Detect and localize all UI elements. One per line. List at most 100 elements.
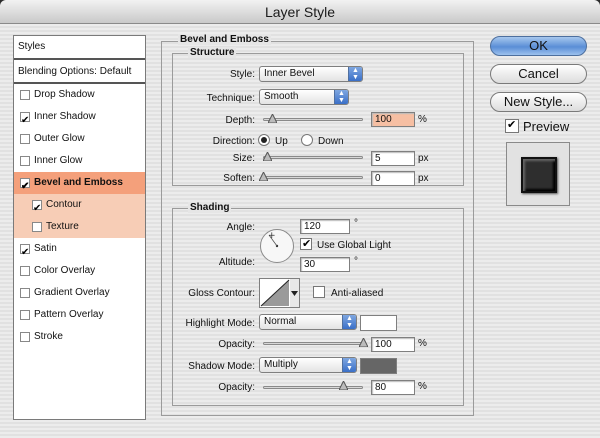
highlight-mode-popup[interactable]: Normal ▲ ▼ xyxy=(259,314,357,330)
technique-popup[interactable]: Smooth ▲ ▼ xyxy=(259,89,349,105)
depth-field[interactable]: 100 xyxy=(371,112,415,127)
style-item-label: Gradient Overlay xyxy=(34,287,110,298)
new-style-button[interactable]: New Style... xyxy=(490,92,587,112)
style-item[interactable]: Inner Shadow xyxy=(14,106,145,132)
style-item-label: Color Overlay xyxy=(34,265,96,276)
style-item-checkbox[interactable] xyxy=(20,176,30,198)
shadow-opacity-field[interactable]: 80 xyxy=(371,380,415,395)
style-label: Style: xyxy=(229,69,255,80)
style-item[interactable]: Drop Shadow xyxy=(14,84,145,106)
style-popup[interactable]: Inner Bevel ▲ ▼ xyxy=(259,66,363,82)
shadow-color-swatch[interactable] xyxy=(360,358,397,374)
style-item-checkbox[interactable] xyxy=(20,332,30,342)
style-item[interactable]: Outer Glow xyxy=(14,128,145,150)
soften-slider-track[interactable] xyxy=(263,176,363,179)
style-item-checkbox[interactable] xyxy=(20,242,30,264)
shading-title: Shading xyxy=(188,202,232,213)
style-item-label: Inner Shadow xyxy=(34,111,96,122)
style-item[interactable]: Inner Glow xyxy=(14,150,145,172)
style-item[interactable]: Pattern Overlay xyxy=(14,304,145,326)
gloss-contour-picker[interactable] xyxy=(259,278,300,308)
cancel-button[interactable]: Cancel xyxy=(490,64,587,84)
depth-label: Depth: xyxy=(225,115,255,126)
highlight-opacity-thumb[interactable] xyxy=(359,338,368,347)
highlight-opacity-field[interactable]: 100 xyxy=(371,337,415,352)
soften-field[interactable]: 0 xyxy=(371,171,415,186)
style-item-checkbox[interactable] xyxy=(20,310,30,320)
style-item-label: Outer Glow xyxy=(34,133,85,144)
bevel-emboss-title: Bevel and Emboss xyxy=(178,34,271,45)
direction-down-radio[interactable] xyxy=(301,134,313,146)
altitude-label: Altitude: xyxy=(218,257,255,268)
shading-group xyxy=(172,208,464,406)
style-item-label: Texture xyxy=(46,221,79,232)
popup-arrows-icon: ▲ ▼ xyxy=(348,67,362,81)
style-item-checkbox[interactable] xyxy=(20,266,30,276)
style-item[interactable]: Texture xyxy=(14,216,145,238)
highlight-opacity-track[interactable] xyxy=(263,342,363,345)
preview-checkbox[interactable] xyxy=(505,118,519,133)
technique-value: Smooth xyxy=(264,91,299,102)
popup-arrows-icon: ▲ ▼ xyxy=(342,358,356,372)
size-unit: px xyxy=(418,153,429,164)
highlight-color-swatch[interactable] xyxy=(360,315,397,331)
style-item[interactable]: Color Overlay xyxy=(14,260,145,282)
angle-field[interactable]: 120 xyxy=(300,219,350,234)
title-bar[interactable]: Layer Style xyxy=(0,0,600,24)
shadow-mode-label: Shadow Mode: xyxy=(188,361,255,372)
style-item-checkbox[interactable] xyxy=(20,90,30,100)
angle-dial[interactable]: + xyxy=(259,228,295,264)
style-item[interactable]: Stroke xyxy=(14,326,145,348)
blending-options[interactable]: Blending Options: Default xyxy=(14,62,145,84)
ok-button[interactable]: OK xyxy=(490,36,587,56)
style-item[interactable]: Gradient Overlay xyxy=(14,282,145,304)
window-title: Layer Style xyxy=(264,4,336,20)
soften-slider-thumb[interactable] xyxy=(259,172,268,181)
style-preview-thumbnail xyxy=(506,142,570,206)
shadow-mode-popup[interactable]: Multiply ▲ ▼ xyxy=(259,357,357,373)
highlight-opacity-unit: % xyxy=(418,338,427,349)
angle-label: Angle: xyxy=(226,222,255,233)
style-item[interactable]: Contour xyxy=(14,194,145,220)
direction-down-label[interactable]: Down xyxy=(318,136,344,147)
depth-unit: % xyxy=(418,114,427,125)
svg-text:+: + xyxy=(268,231,276,241)
style-item-label: Drop Shadow xyxy=(34,89,95,100)
style-item-checkbox[interactable] xyxy=(20,288,30,298)
style-item[interactable]: Bevel and Emboss xyxy=(14,172,145,198)
size-slider-thumb[interactable] xyxy=(263,152,272,161)
anti-aliased-checkbox[interactable] xyxy=(313,286,325,298)
altitude-degree: ° xyxy=(354,256,358,267)
style-item-checkbox[interactable] xyxy=(20,156,30,166)
style-item-checkbox[interactable] xyxy=(32,198,42,220)
anti-aliased-label[interactable]: Anti-aliased xyxy=(331,288,383,299)
styles-list: Styles Blending Options: Default Drop Sh… xyxy=(13,35,146,420)
shadow-opacity-thumb[interactable] xyxy=(339,381,348,390)
soften-label: Soften: xyxy=(223,173,255,184)
style-item[interactable]: Satin xyxy=(14,238,145,264)
global-light-checkbox[interactable] xyxy=(300,237,312,250)
direction-up-label[interactable]: Up xyxy=(275,136,288,147)
altitude-field[interactable]: 30 xyxy=(300,257,350,272)
shadow-opacity-label: Opacity: xyxy=(218,382,255,393)
styles-header[interactable]: Styles xyxy=(14,36,145,60)
direction-up-radio[interactable] xyxy=(258,134,270,146)
highlight-mode-label: Highlight Mode: xyxy=(185,318,255,329)
popup-arrows-icon: ▲ ▼ xyxy=(334,90,348,104)
size-field[interactable]: 5 xyxy=(371,151,415,166)
preview-label[interactable]: Preview xyxy=(523,119,569,134)
style-item-checkbox[interactable] xyxy=(20,134,30,144)
shadow-opacity-track[interactable] xyxy=(263,386,363,389)
global-light-label[interactable]: Use Global Light xyxy=(317,240,391,251)
angle-degree: ° xyxy=(354,218,358,229)
depth-slider-track[interactable] xyxy=(263,118,363,121)
size-slider-track[interactable] xyxy=(263,156,363,159)
style-item-checkbox[interactable] xyxy=(20,110,30,132)
layer-style-dialog: Layer Style Styles Blending Options: Def… xyxy=(0,0,600,438)
style-item-label: Bevel and Emboss xyxy=(34,177,123,188)
style-item-label: Pattern Overlay xyxy=(34,309,104,320)
depth-slider-thumb[interactable] xyxy=(268,114,277,123)
preview-swatch xyxy=(521,157,557,193)
highlight-opacity-label: Opacity: xyxy=(218,339,255,350)
style-item-checkbox[interactable] xyxy=(32,222,42,232)
